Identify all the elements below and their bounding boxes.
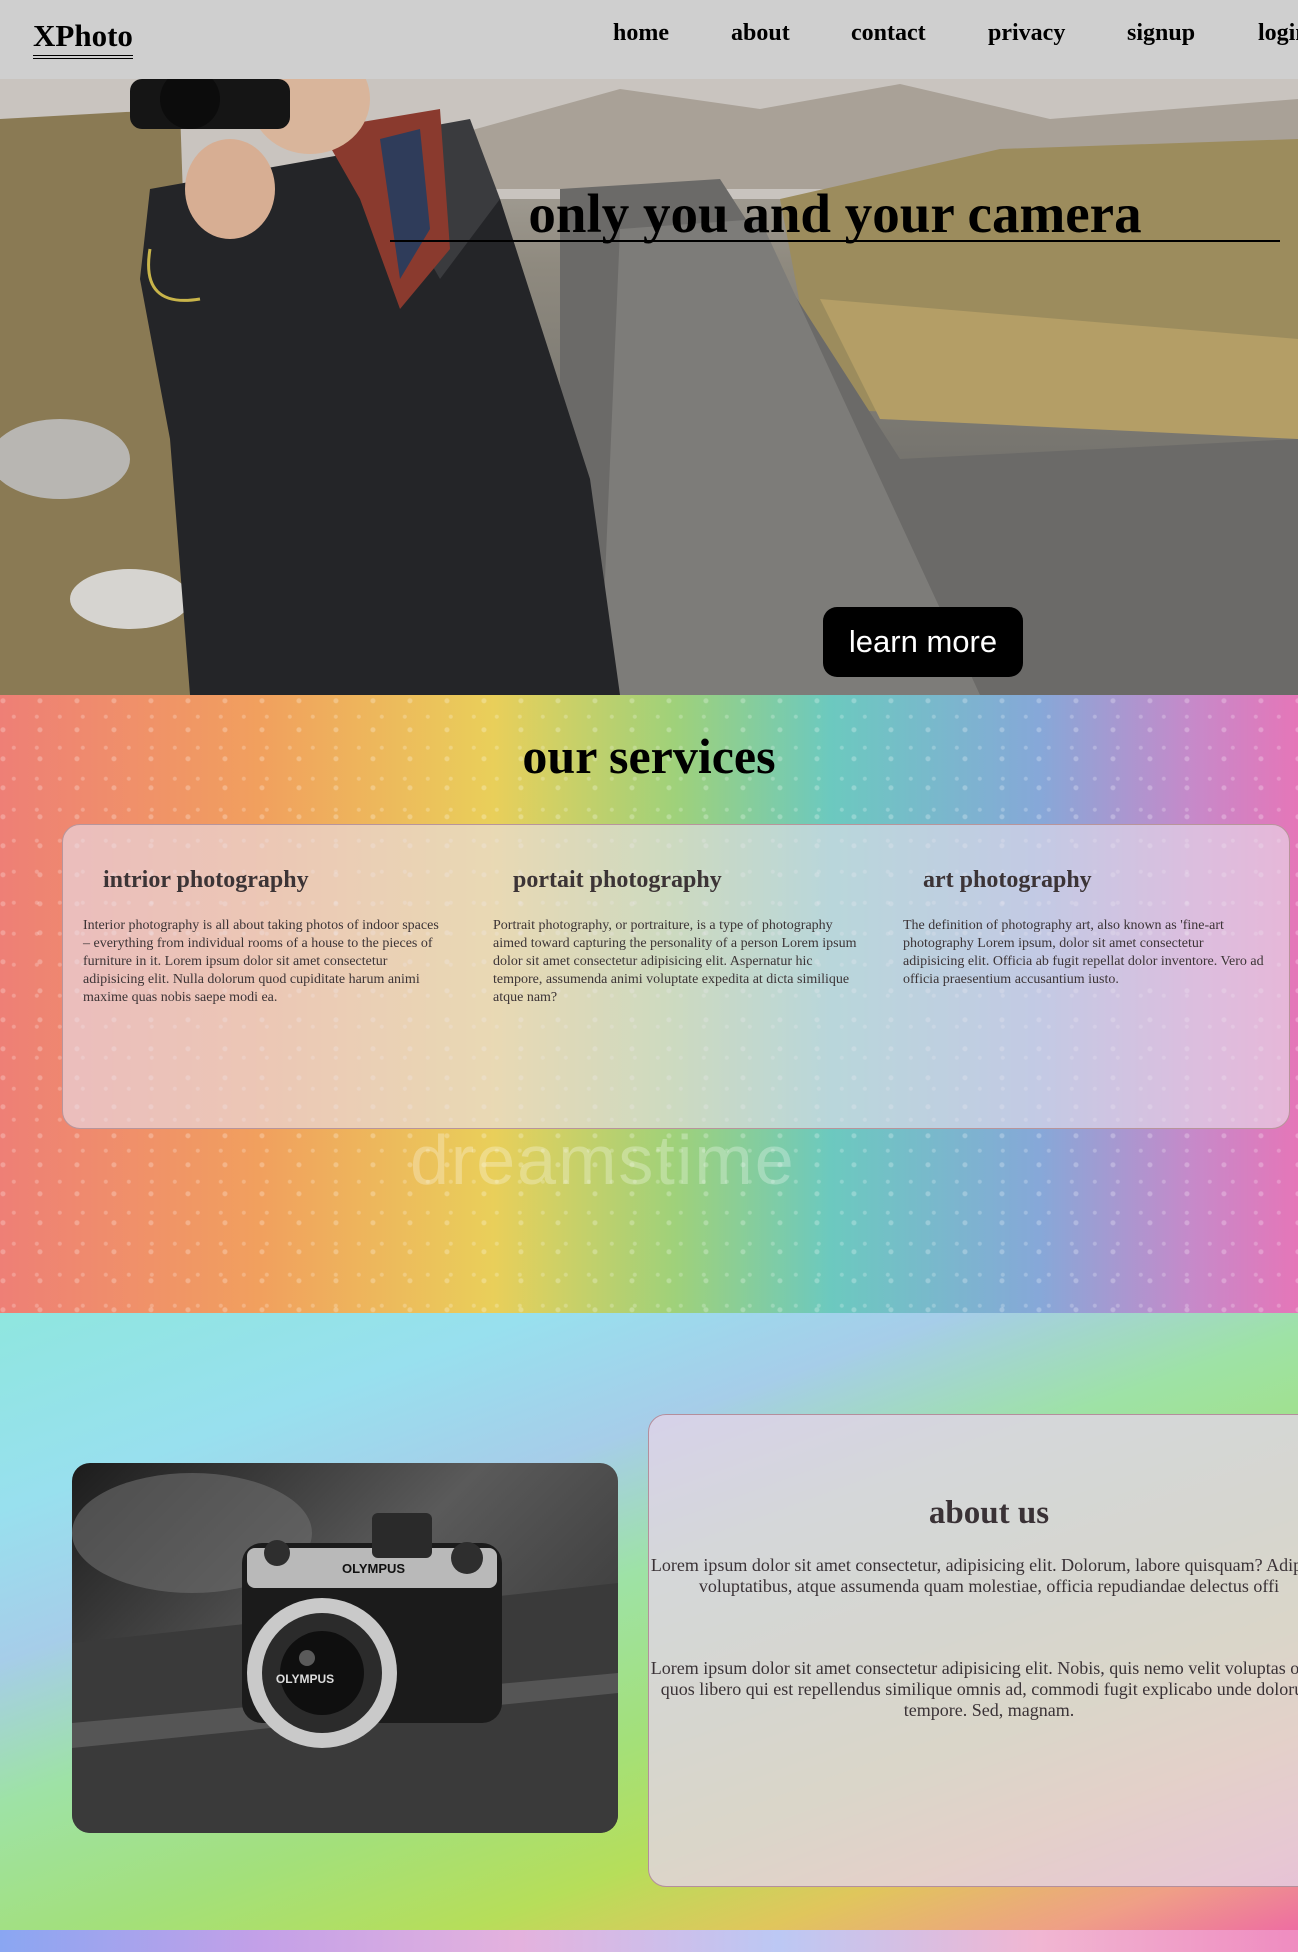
- nav-links: home about contact privacy signup login: [0, 0, 1298, 79]
- about-section: OLYMPUS OLYMPUS about us Lorem ipsum dol…: [0, 1313, 1298, 1930]
- camera-photo: OLYMPUS OLYMPUS: [72, 1463, 618, 1833]
- footer-strip: [0, 1930, 1298, 1952]
- hero-title-underline: [390, 240, 1280, 242]
- nav-link-privacy[interactable]: privacy: [988, 20, 1065, 47]
- services-title: our services: [522, 728, 776, 784]
- service-portrait-title: portait photography: [513, 867, 722, 893]
- service-portrait-text: Portrait photography, or portraiture, is…: [493, 918, 857, 1005]
- nav-link-home[interactable]: home: [613, 20, 669, 47]
- nav-link-signup[interactable]: signup: [1127, 20, 1195, 47]
- service-interior-text: Interior photography is all about taking…: [83, 918, 439, 1005]
- hero-section: only you and your camera learn more: [0, 79, 1298, 695]
- learn-more-button[interactable]: learn more: [823, 607, 1023, 677]
- stock-watermark: dreamstime: [410, 1121, 796, 1199]
- camera-lens-brand: OLYMPUS: [276, 1672, 334, 1686]
- about-card: about us Lorem ipsum dolor sit amet cons…: [648, 1414, 1298, 1887]
- about-title: about us: [928, 1495, 1050, 1531]
- service-art-title: art photography: [923, 867, 1092, 893]
- service-interior: intrior photography Interior photography…: [83, 865, 448, 1007]
- services-card: intrior photography Interior photography…: [62, 824, 1290, 1129]
- services-section: our services intrior photography Interio…: [0, 695, 1298, 1313]
- service-art-text: The definition of photography art, also …: [903, 918, 1264, 987]
- navbar: XPhoto home about contact privacy signup…: [0, 0, 1298, 79]
- camera-image: OLYMPUS OLYMPUS: [72, 1473, 618, 1833]
- service-portrait: portait photography Portrait photography…: [493, 865, 858, 1007]
- service-interior-title: intrior photography: [103, 867, 309, 893]
- nav-link-login[interactable]: login: [1258, 20, 1298, 47]
- camera-body-brand: OLYMPUS: [342, 1561, 405, 1576]
- hero-title: only you and your camera: [528, 183, 1142, 244]
- service-art: art photography The definition of photog…: [903, 865, 1268, 989]
- hero-background-image: [0, 79, 1298, 695]
- about-paragraph-1: Lorem ipsum dolor sit amet consectetur, …: [650, 1555, 1298, 1596]
- nav-link-about[interactable]: about: [731, 20, 790, 47]
- nav-link-contact[interactable]: contact: [851, 20, 926, 47]
- about-paragraph-2: Lorem ipsum dolor sit amet consectetur a…: [650, 1658, 1298, 1720]
